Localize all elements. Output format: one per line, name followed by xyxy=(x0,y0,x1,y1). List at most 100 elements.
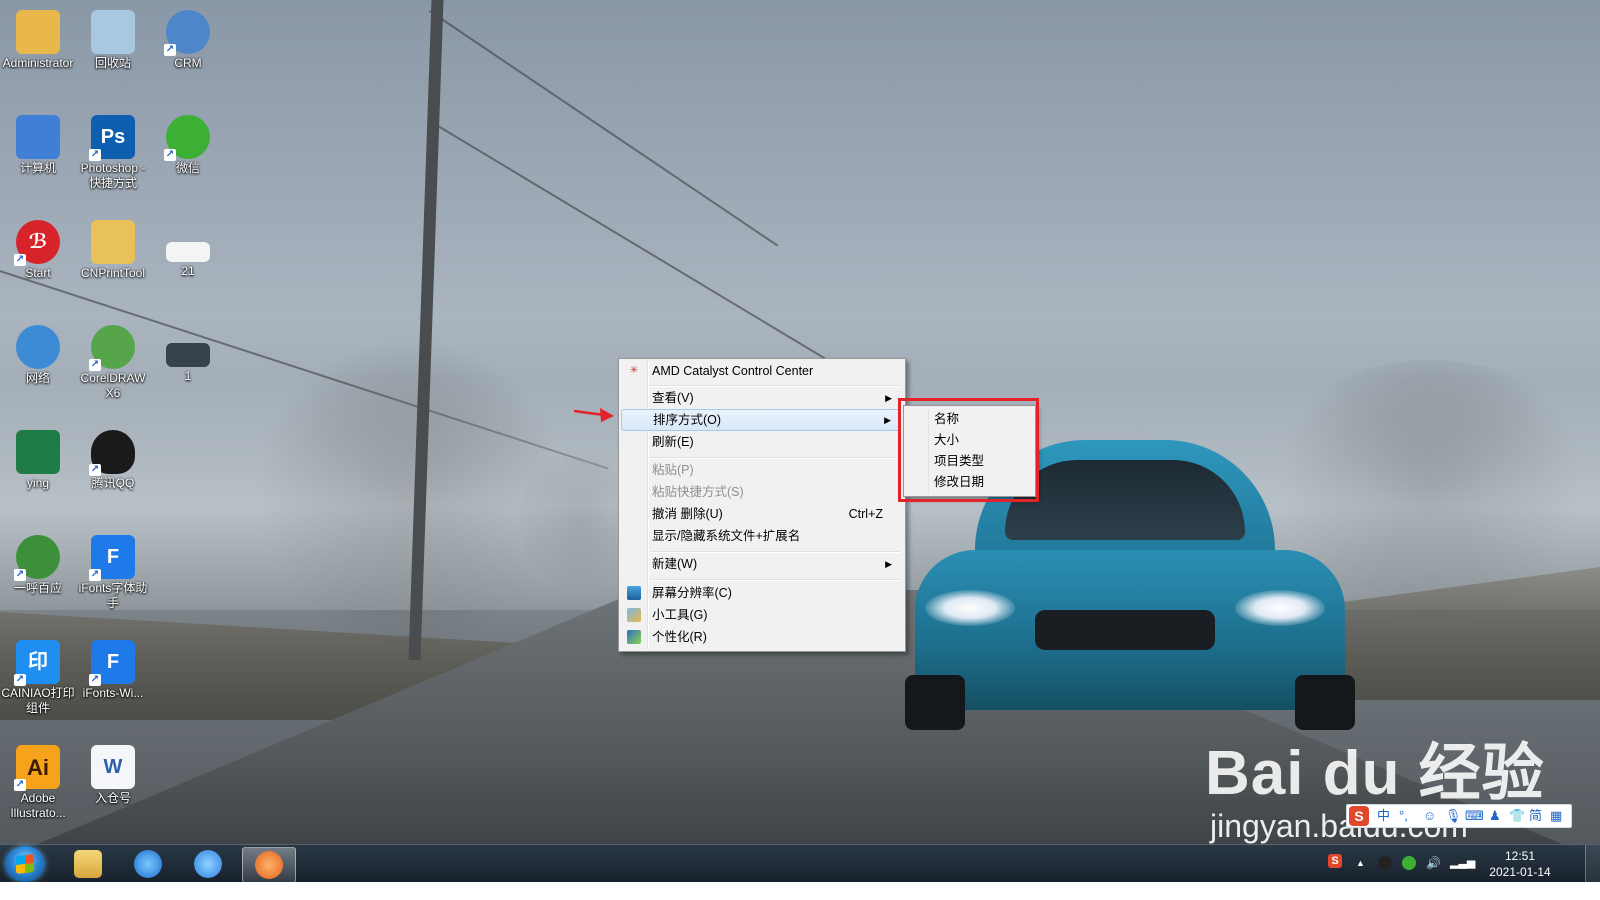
desktop-icon-start-app[interactable]: ℬ ↗ Start xyxy=(0,216,76,281)
desktop-icon-yihubaiying[interactable]: ↗ 一呼百应 xyxy=(0,531,76,596)
windows-logo-icon xyxy=(16,854,34,874)
network-signal-icon[interactable]: ▂▃▅ xyxy=(1450,856,1475,870)
sort-by-name[interactable]: 名称 xyxy=(906,409,1032,430)
desktop-icon-label: 入仓号 xyxy=(94,791,131,805)
monitor-icon xyxy=(627,586,641,600)
menu-item-refresh[interactable]: 刷新(E) xyxy=(621,431,901,453)
punctuation-icon[interactable]: °, xyxy=(1399,807,1408,825)
emoji-icon[interactable]: ☺ xyxy=(1423,807,1436,825)
menu-item-view[interactable]: 查看(V) ▶ xyxy=(621,387,901,409)
clock-date: 2021-01-14 xyxy=(1489,865,1551,879)
photo-file-icon xyxy=(166,343,210,367)
shortcut-arrow-icon: ↗ xyxy=(89,674,101,686)
taskbar-ie-2[interactable] xyxy=(182,847,234,881)
globe-icon: ↗ xyxy=(14,535,60,581)
desktop-icon-computer[interactable]: 计算机 xyxy=(0,111,76,176)
show-desktop-button[interactable] xyxy=(1585,845,1600,883)
desktop-icon-cainiao[interactable]: 印 ↗ CAINIAO打印组件 xyxy=(0,636,76,716)
simplified-toggle[interactable]: 简 xyxy=(1529,807,1542,825)
skin-icon[interactable]: 👕 xyxy=(1509,807,1525,825)
shortcut-hint: Ctrl+Z xyxy=(848,507,883,521)
desktop-icon-qq[interactable]: ↗ 腾讯QQ xyxy=(75,426,151,491)
shortcut-arrow-icon: ↗ xyxy=(89,149,101,161)
menu-item-new[interactable]: 新建(W) ▶ xyxy=(621,553,901,575)
submenu-arrow-icon: ▶ xyxy=(885,393,892,403)
sogou-tray-icon[interactable]: S xyxy=(1328,854,1342,868)
menu-item-paste[interactable]: 粘贴(P) xyxy=(621,459,901,481)
desktop-icon-recycle-bin[interactable]: 回收站 xyxy=(75,6,151,71)
desktop-icon-administrator[interactable]: Administrator xyxy=(0,6,76,71)
grid-menu-icon[interactable]: ▦ xyxy=(1550,807,1562,825)
amd-icon: ✳ xyxy=(629,365,639,376)
keyboard-icon[interactable]: ⌨ xyxy=(1465,807,1484,825)
desktop-icon-ifonts[interactable]: F ↗ iFonts字体助手 xyxy=(75,531,151,611)
shortcut-arrow-icon: ↗ xyxy=(164,44,176,56)
desktop-icon-label: 网络 xyxy=(25,371,50,385)
taskbar-explorer[interactable] xyxy=(62,847,114,881)
ifonts-icon: F ↗ xyxy=(89,640,135,686)
internet-explorer-icon xyxy=(194,850,222,878)
gadgets-icon xyxy=(627,608,641,622)
qq-tray-icon[interactable] xyxy=(1378,856,1392,870)
desktop-icon-rucanghao[interactable]: W 入仓号 xyxy=(75,741,151,806)
network-icon xyxy=(16,325,60,369)
ifonts-icon: F ↗ xyxy=(89,535,135,581)
desktop-icon-crm[interactable]: ↗ CRM xyxy=(150,6,226,71)
desktop-icon-label: 1 xyxy=(184,369,192,383)
volume-icon[interactable]: 🔊 xyxy=(1426,856,1441,870)
submenu-arrow-icon: ▶ xyxy=(885,559,892,569)
excel-file-icon xyxy=(16,430,60,474)
clock[interactable]: 12:51 2021-01-14 xyxy=(1480,848,1560,880)
folder-icon xyxy=(91,220,135,264)
shortcut-arrow-icon: ↗ xyxy=(14,674,26,686)
menu-item-amd-catalyst[interactable]: ✳ AMD Catalyst Control Center xyxy=(621,360,901,382)
start-button[interactable] xyxy=(5,846,45,882)
desktop-icon-wechat[interactable]: ↗ 微信 xyxy=(150,111,226,176)
recycle-bin-icon xyxy=(91,10,135,54)
sogou-logo-icon[interactable]: S xyxy=(1349,806,1369,826)
desktop-icon-1[interactable]: 1 xyxy=(150,321,226,384)
desktop-icon-photoshop[interactable]: Ps ↗ Photoshop - 快捷方式 xyxy=(75,111,151,191)
photoshop-icon: Ps ↗ xyxy=(89,115,135,161)
microphone-icon[interactable]: 🎙 xyxy=(1445,807,1462,825)
ime-mode-toggle[interactable]: 中 xyxy=(1377,807,1390,825)
sort-by-date-modified[interactable]: 修改日期 xyxy=(906,472,1032,493)
desktop-icon-label: Adobe Illustrato... xyxy=(10,791,66,820)
shortcut-arrow-icon: ↗ xyxy=(89,359,101,371)
show-hidden-icons-arrow[interactable]: ▲ xyxy=(1356,856,1370,870)
desktop-icon-label: ying xyxy=(26,476,49,490)
sort-by-size[interactable]: 大小 xyxy=(906,430,1032,451)
ime-toolbar[interactable]: S 中 °, ☺ 🎙 ⌨ ♟ 👕 简 ▦ xyxy=(1346,804,1572,828)
desktop-icon-label: Start xyxy=(25,266,51,280)
desktop-icon-label: CAINIAO打印组件 xyxy=(1,686,75,715)
menu-item-paste-shortcut[interactable]: 粘贴快捷方式(S) xyxy=(621,481,901,503)
menu-item-sort-by[interactable]: 排序方式(O) ▶ xyxy=(621,409,901,431)
menu-item-gadgets[interactable]: 小工具(G) xyxy=(621,604,901,626)
menu-item-toggle-hidden-files[interactable]: 显示/隐藏系统文件+扩展名 xyxy=(621,525,901,547)
sort-by-type[interactable]: 项目类型 xyxy=(906,451,1032,472)
desktop-icon-ifonts-wi[interactable]: F ↗ iFonts-Wi... xyxy=(75,636,151,701)
desktop-icon-21[interactable]: 21 xyxy=(150,216,226,279)
shortcut-arrow-icon: ↗ xyxy=(14,569,26,581)
taskbar-active-app[interactable] xyxy=(242,847,296,883)
desktop-icon-coreldraw[interactable]: ↗ CorelDRAW X6 xyxy=(75,321,151,401)
desktop-icon-label: 一呼百应 xyxy=(13,581,62,595)
sort-by-submenu: 名称 大小 项目类型 修改日期 xyxy=(903,405,1036,497)
menu-item-screen-resolution[interactable]: 屏幕分辨率(C) xyxy=(621,582,901,604)
globe-icon: ↗ xyxy=(164,10,210,56)
desktop-icon-illustrator[interactable]: Ai ↗ Adobe Illustrato... xyxy=(0,741,76,821)
shortcut-arrow-icon: ↗ xyxy=(164,149,176,161)
wechat-tray-icon[interactable] xyxy=(1402,856,1416,870)
desktop-icon-network[interactable]: 网络 xyxy=(0,321,76,386)
user-icon[interactable]: ♟ xyxy=(1489,807,1501,825)
menu-item-personalize[interactable]: 个性化(R) xyxy=(621,626,901,648)
taskbar-ie[interactable] xyxy=(122,847,174,881)
red-arrow-annotation xyxy=(574,408,614,422)
menu-item-undo-delete[interactable]: 撤消 删除(U) Ctrl+Z xyxy=(621,503,901,525)
desktop-icon-cnprinttool[interactable]: CNPrintTool xyxy=(75,216,151,281)
desktop-icon-label: iFonts字体助手 xyxy=(78,581,148,610)
desktop-icon-ying[interactable]: ying xyxy=(0,426,76,491)
desktop-icon-label: CRM xyxy=(174,56,202,70)
desktop-icon-label: CNPrintTool xyxy=(80,266,146,280)
shortcut-arrow-icon: ↗ xyxy=(14,254,26,266)
